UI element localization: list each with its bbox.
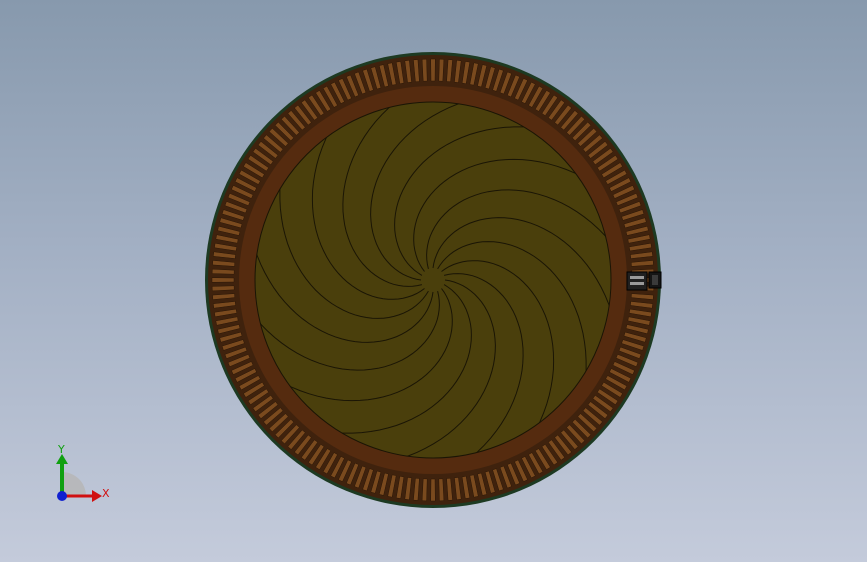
- ring-slot: [211, 277, 235, 283]
- ring-slot: [421, 478, 428, 502]
- ring-slot: [211, 285, 235, 292]
- model-view[interactable]: [0, 0, 867, 562]
- ring-slot: [438, 58, 445, 82]
- orientation-triad[interactable]: Y X: [48, 440, 118, 510]
- graphics-viewport[interactable]: Y X: [0, 0, 867, 562]
- z-axis-dot-icon: [57, 491, 67, 501]
- x-axis-label: X: [102, 487, 110, 500]
- x-axis-arrow-icon: [92, 490, 102, 502]
- ring-slot: [438, 478, 445, 502]
- ring-slot: [211, 268, 235, 275]
- triad-plane-wedge: [62, 472, 86, 496]
- ring-slot: [421, 58, 428, 82]
- y-axis-label: Y: [58, 443, 65, 456]
- ring-slot: [430, 58, 436, 82]
- connector-icon[interactable]: [626, 271, 662, 291]
- blade-disk: [254, 101, 612, 459]
- ring-slot: [430, 478, 436, 502]
